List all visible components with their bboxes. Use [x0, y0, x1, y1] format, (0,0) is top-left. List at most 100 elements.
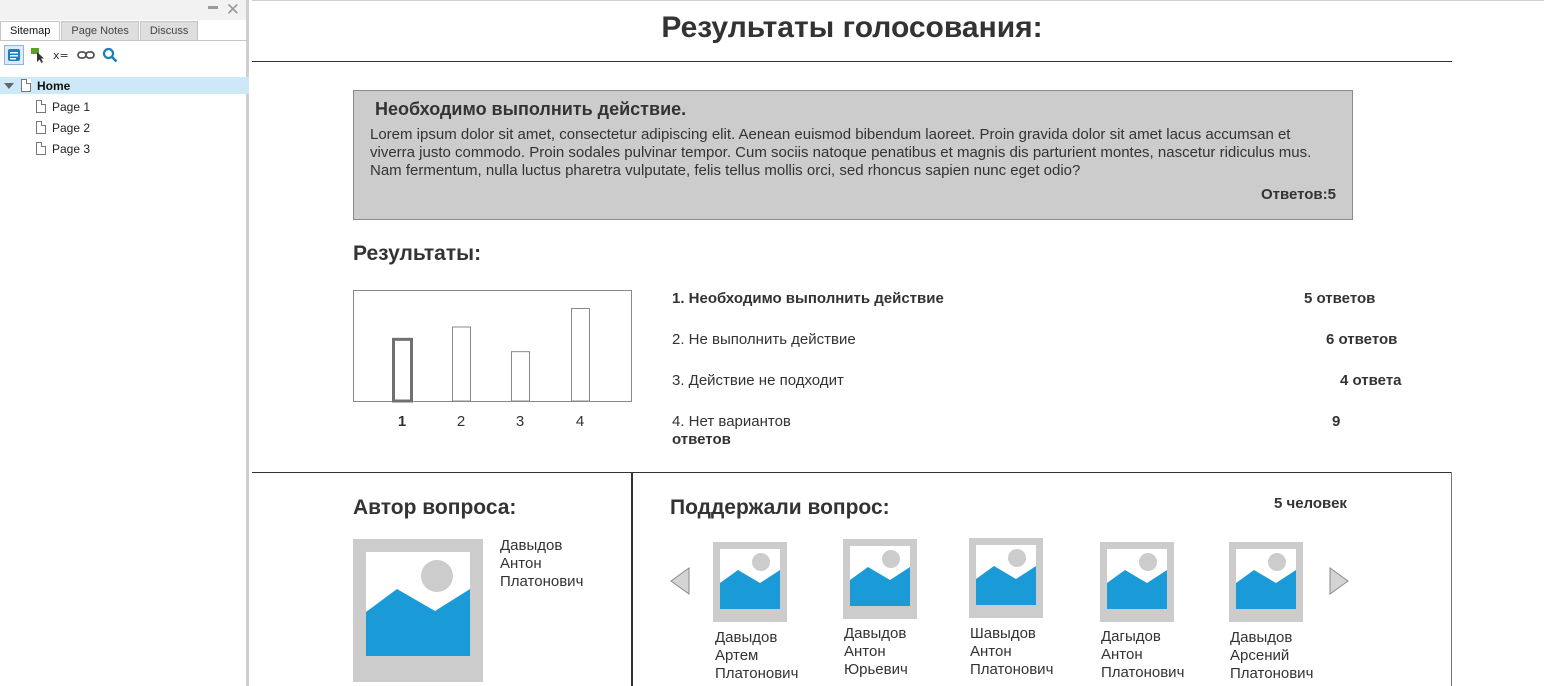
supporter-first-name: Антон	[1101, 646, 1143, 663]
add-page-icon[interactable]	[28, 45, 48, 65]
page-title: Результаты голосования:	[661, 11, 1043, 44]
image-placeholder-icon	[969, 538, 1043, 618]
tab-page-notes[interactable]: Page Notes	[61, 21, 139, 40]
prototype-canvas: Результаты голосования: Необходимо выпол…	[252, 0, 1544, 686]
author-first-name: Антон	[500, 555, 542, 572]
search-icon[interactable]	[100, 45, 120, 65]
page-icon	[36, 142, 46, 155]
supporter-patronymic: Платонович	[1101, 664, 1185, 681]
chart-bar-3	[511, 351, 530, 402]
supporter-avatar-4[interactable]	[1100, 542, 1174, 627]
tree-item-label: Home	[37, 78, 71, 93]
tree-item-label: Page 1	[52, 99, 91, 114]
option-label-3: 3. Действие не подходит	[672, 372, 844, 389]
right-border	[1451, 472, 1452, 686]
chart-bar-1	[392, 337, 413, 403]
supporters-heading: Поддержали вопрос:	[670, 496, 890, 519]
variables-icon[interactable]: x=	[52, 45, 72, 65]
image-placeholder-icon	[353, 539, 483, 682]
results-chart: 1 2 3 4	[353, 290, 633, 440]
supporter-name-4: Дагыдов Антон Платонович	[1101, 628, 1184, 682]
results-bar-chart: 1 2 3 4	[353, 290, 632, 430]
title-divider	[252, 61, 1452, 62]
supporter-first-name: Арсений	[1230, 647, 1290, 664]
results-heading: Результаты:	[353, 242, 482, 265]
supporter-patronymic: Платонович	[1230, 665, 1314, 682]
question-title: Необходимо выполнить действие.	[375, 99, 687, 119]
supporter-patronymic: Платонович	[970, 661, 1054, 678]
pages-icon[interactable]	[4, 45, 24, 65]
panel-tabs: Sitemap Page Notes Discuss	[0, 21, 199, 40]
tab-divider	[0, 40, 249, 41]
chart-tick-label-3: 3	[516, 413, 524, 430]
tree-item-home[interactable]: Home	[0, 77, 249, 94]
supporter-patronymic: Платонович	[715, 665, 799, 682]
tree-item-label: Page 2	[52, 120, 91, 135]
option-label-1: 1. Необходимо выполнить действие	[672, 290, 944, 307]
page-icon	[36, 100, 46, 113]
tree-item-page-3[interactable]: Page 3	[0, 140, 249, 157]
sitemap-panel: ✕ Sitemap Page Notes Discuss x= Home Pag…	[0, 0, 249, 686]
supporter-name-5: Давыдов Арсений Платонович	[1230, 629, 1313, 683]
tab-discuss[interactable]: Discuss	[139, 21, 199, 40]
minimize-icon[interactable]	[208, 6, 218, 9]
supporter-last-name: Давыдов	[844, 625, 907, 642]
panel-header: ✕	[0, 0, 246, 20]
link-icon[interactable]	[76, 45, 96, 65]
svg-text:x=: x=	[53, 49, 69, 62]
tree-item-page-2[interactable]: Page 2	[0, 119, 249, 136]
option-count-1: 5 ответов	[1304, 290, 1376, 307]
sitemap-tree: Home Page 1 Page 2 Page 3	[0, 77, 249, 161]
image-placeholder-icon	[713, 542, 787, 622]
option-label-4: 4. Нет вариантов	[672, 413, 791, 430]
sitemap-toolbar: x=	[4, 45, 120, 65]
question-box: Необходимо выполнить действие. Lorem ips…	[353, 90, 1353, 220]
supporter-avatar-1[interactable]	[713, 542, 787, 627]
column-divider	[631, 472, 633, 686]
page-icon	[21, 79, 31, 92]
answers-count: Ответов:5	[1260, 186, 1336, 203]
option-count-3: 4 ответа	[1340, 372, 1402, 389]
author-heading: Автор вопроса:	[353, 496, 517, 519]
image-placeholder-icon	[1229, 542, 1303, 622]
supporter-avatar-3[interactable]	[969, 538, 1043, 623]
supporter-name-2: Давыдов Антон Юрьевич	[844, 625, 908, 679]
carousel-next-arrow-icon[interactable]	[1328, 566, 1350, 596]
chart-tick-label-4: 4	[576, 413, 584, 430]
author-last-name: Давыдов	[500, 537, 563, 554]
option-label-4-line2: ответов	[672, 431, 731, 448]
supporter-first-name: Артем	[715, 647, 759, 664]
supporter-patronymic: Юрьевич	[844, 661, 908, 678]
supporter-avatar-2[interactable]	[843, 539, 917, 624]
chart-bar-2	[452, 326, 471, 402]
image-placeholder-icon	[843, 539, 917, 619]
author-name: Давыдов Антон Платонович	[500, 537, 583, 591]
author-avatar	[353, 539, 483, 686]
supporter-first-name: Антон	[970, 643, 1012, 660]
supporter-last-name: Давыдов	[715, 629, 778, 646]
image-placeholder-icon	[1100, 542, 1174, 622]
supporter-avatar-5[interactable]	[1229, 542, 1303, 627]
chart-tick-label-2: 2	[457, 413, 465, 430]
supporter-last-name: Дагыдов	[1101, 628, 1161, 645]
supporter-first-name: Антон	[844, 643, 886, 660]
page-icon	[36, 121, 46, 134]
option-count-4: 9	[1332, 413, 1341, 430]
close-icon[interactable]: ✕	[226, 1, 240, 19]
supporters-count: 5 человек	[1274, 495, 1347, 512]
supporter-name-1: Давыдов Артем Платонович	[715, 629, 798, 683]
supporter-name-3: Шавыдов Антон Платонович	[970, 625, 1053, 679]
supporter-last-name: Давыдов	[1230, 629, 1293, 646]
author-patronymic: Платонович	[500, 573, 584, 590]
section-divider	[252, 472, 1452, 473]
option-count-2: 6 ответов	[1326, 331, 1398, 348]
chart-bar-4	[571, 308, 590, 402]
supporter-last-name: Шавыдов	[970, 625, 1036, 642]
tree-item-label: Page 3	[52, 141, 91, 156]
tab-sitemap[interactable]: Sitemap	[0, 21, 61, 40]
tree-item-page-1[interactable]: Page 1	[0, 98, 249, 115]
carousel-prev-arrow-icon[interactable]	[669, 566, 691, 596]
option-label-2: 2. Не выполнить действие	[672, 331, 856, 348]
question-text: Lorem ipsum dolor sit amet, consectetur …	[370, 126, 1312, 179]
expand-caret-icon[interactable]	[4, 82, 14, 89]
